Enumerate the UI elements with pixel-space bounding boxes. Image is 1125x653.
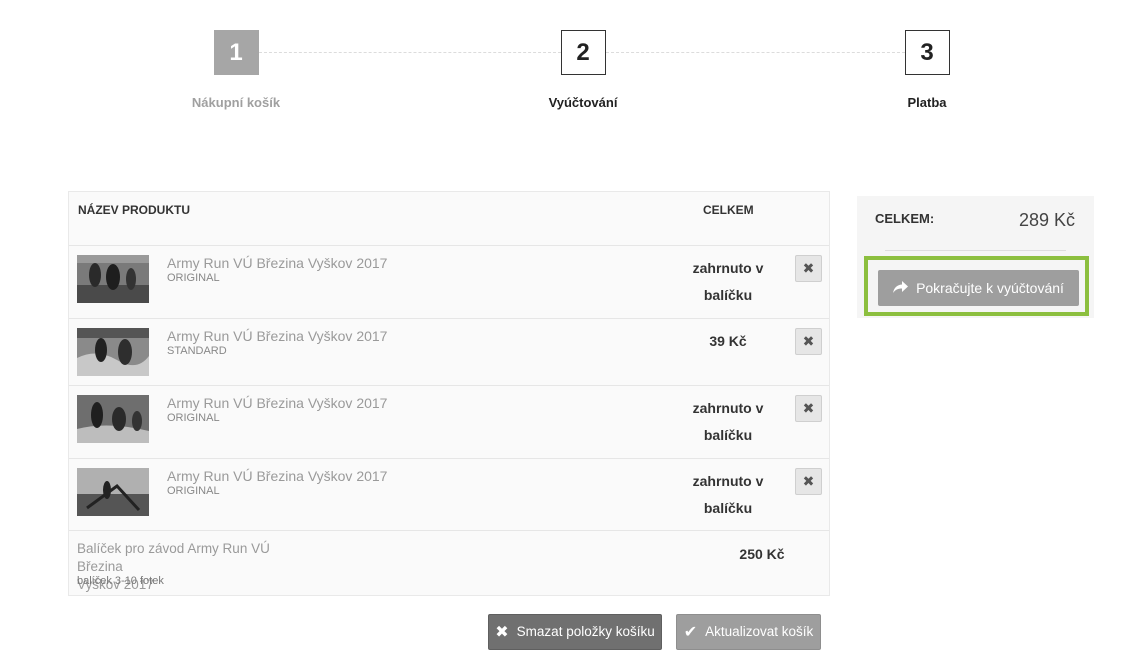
remove-item-button[interactable]: ✖ (795, 255, 822, 282)
product-name[interactable]: Army Run VÚ Březina Vyškov 2017 (167, 255, 387, 271)
checkout-steps: 1 Nákupní košík 2 Vyúčtování 3 Platba (0, 0, 1125, 130)
close-icon: ✖ (802, 400, 815, 416)
product-thumbnail[interactable] (77, 255, 149, 303)
product-total: zahrnuto v balíčku (669, 255, 787, 309)
summary-label: CELKEM: (875, 211, 935, 226)
cart-table-header: NÁZEV PRODUKTU CELKEM (69, 192, 829, 246)
product-name[interactable]: Army Run VÚ Březina Vyškov 2017 (167, 328, 387, 344)
product-total: zahrnuto v balíčku (669, 468, 787, 522)
product-thumbnail[interactable] (77, 395, 149, 443)
step-label: Platba (907, 95, 947, 110)
summary-total: 289 Kč (1018, 210, 1075, 230)
step-label: Nákupní košík (191, 95, 281, 110)
bundle-name-line: Balíček pro závod Army Run VÚ Březina (77, 541, 270, 574)
product-variant: ORIGINAL (167, 272, 220, 284)
price-line: zahrnuto v (692, 400, 764, 416)
step-label: Vyúčtování (548, 95, 618, 110)
price-line: 39 Kč (709, 333, 747, 349)
product-variant: ORIGINAL (167, 485, 220, 497)
step-number: 3 (904, 30, 950, 75)
cart-row: Army Run VÚ Březina Vyškov 2017 ORIGINAL… (69, 246, 829, 319)
step-number: 1 (213, 30, 259, 75)
price-line: balíčku (703, 287, 753, 303)
cart-table: NÁZEV PRODUKTU CELKEM Army Run VÚ Březin… (68, 191, 830, 596)
price-line: zahrnuto v (692, 260, 764, 276)
step-cart[interactable]: 1 Nákupní košík (136, 30, 336, 110)
checkmark-icon: ✔ (683, 624, 698, 641)
close-icon: ✖ (495, 624, 509, 641)
remove-item-button[interactable]: ✖ (795, 395, 822, 422)
step-number: 2 (560, 30, 606, 75)
cart-summary: CELKEM: 289 Kč Pokračujte k vyúčtování (857, 196, 1094, 318)
step-billing: 2 Vyúčtování (483, 30, 683, 110)
clear-cart-button[interactable]: ✖ Smazat položky košíku (488, 614, 662, 650)
remove-item-button[interactable]: ✖ (795, 328, 822, 355)
share-arrow-icon (893, 272, 909, 308)
price-line: balíčku (703, 500, 753, 516)
cart-row: Army Run VÚ Březina Vyškov 2017 STANDARD… (69, 319, 829, 386)
continue-label: Pokračujte k vyúčtování (916, 280, 1064, 296)
product-name[interactable]: Army Run VÚ Březina Vyškov 2017 (167, 395, 387, 411)
close-icon: ✖ (802, 333, 815, 349)
product-thumbnail[interactable] (77, 328, 149, 376)
step-payment: 3 Platba (827, 30, 1027, 110)
highlight-frame: Pokračujte k vyúčtování (864, 256, 1089, 316)
close-icon: ✖ (802, 473, 815, 489)
summary-divider (885, 250, 1066, 251)
update-cart-button[interactable]: ✔ Aktualizovat košík (676, 614, 821, 650)
product-total: zahrnuto v balíčku (669, 395, 787, 449)
close-icon: ✖ (802, 260, 815, 276)
cart-row: Army Run VÚ Březina Vyškov 2017 ORIGINAL… (69, 459, 829, 531)
bundle-row: Balíček pro závod Army Run VÚ Březina Vy… (69, 531, 829, 595)
product-total: 39 Kč (669, 328, 787, 355)
update-cart-label: Aktualizovat košík (705, 624, 814, 639)
clear-cart-label: Smazat položky košíku (516, 624, 655, 639)
price-line: zahrnuto v (692, 473, 764, 489)
remove-item-button[interactable]: ✖ (795, 468, 822, 495)
bundle-price: 250 Kč (739, 546, 785, 562)
product-variant: STANDARD (167, 345, 227, 357)
bundle-description: balíček 3-10 fotek (77, 575, 164, 587)
product-variant: ORIGINAL (167, 412, 220, 424)
price-line: balíčku (703, 427, 753, 443)
cart-row: Army Run VÚ Březina Vyškov 2017 ORIGINAL… (69, 386, 829, 459)
continue-to-billing-button[interactable]: Pokračujte k vyúčtování (878, 270, 1079, 306)
column-header-product: NÁZEV PRODUKTU (78, 203, 191, 217)
product-name[interactable]: Army Run VÚ Březina Vyškov 2017 (167, 468, 387, 484)
column-header-total: CELKEM (703, 203, 754, 217)
product-thumbnail[interactable] (77, 468, 149, 516)
